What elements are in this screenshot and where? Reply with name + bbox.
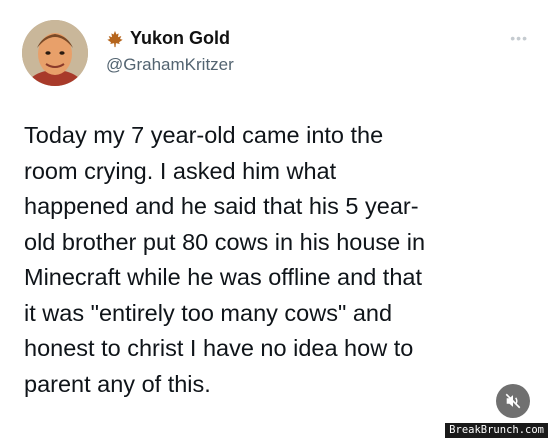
user-handle[interactable]: @GrahamKritzer <box>106 55 234 75</box>
tweet-text-line: parent any of this. <box>24 370 211 397</box>
tweet-text-line: room crying. I asked him what <box>24 157 337 184</box>
tweet-text-line: Minecraft while he was offline and that <box>24 264 422 290</box>
avatar-image <box>22 20 88 86</box>
author-name-row: Yukon Gold <box>106 28 230 49</box>
speaker-muted-icon <box>505 393 521 409</box>
tweet-text-line: it was "entirely too many cows" and <box>24 299 393 326</box>
more-dots-icon[interactable]: ••• <box>510 30 528 46</box>
tweet-text-line: honest to christ I have no idea how to <box>24 335 414 361</box>
tweet-card: Yukon Gold @GrahamKritzer ••• Today my 7… <box>0 0 550 440</box>
maple-leaf-icon <box>107 30 123 47</box>
tweet-text-line: old brother put 80 cows in his house in <box>24 228 426 255</box>
watermark: BreakBrunch.com <box>445 423 548 438</box>
display-name[interactable]: Yukon Gold <box>130 28 230 49</box>
tweet-text: Today my 7 year-old came into the room c… <box>24 118 524 402</box>
avatar[interactable] <box>22 20 88 86</box>
tweet-text-line: Today my 7 year-old came into the <box>24 122 384 148</box>
mute-button[interactable] <box>496 384 530 418</box>
tweet-text-line: happened and he said that his 5 year- <box>24 193 419 219</box>
